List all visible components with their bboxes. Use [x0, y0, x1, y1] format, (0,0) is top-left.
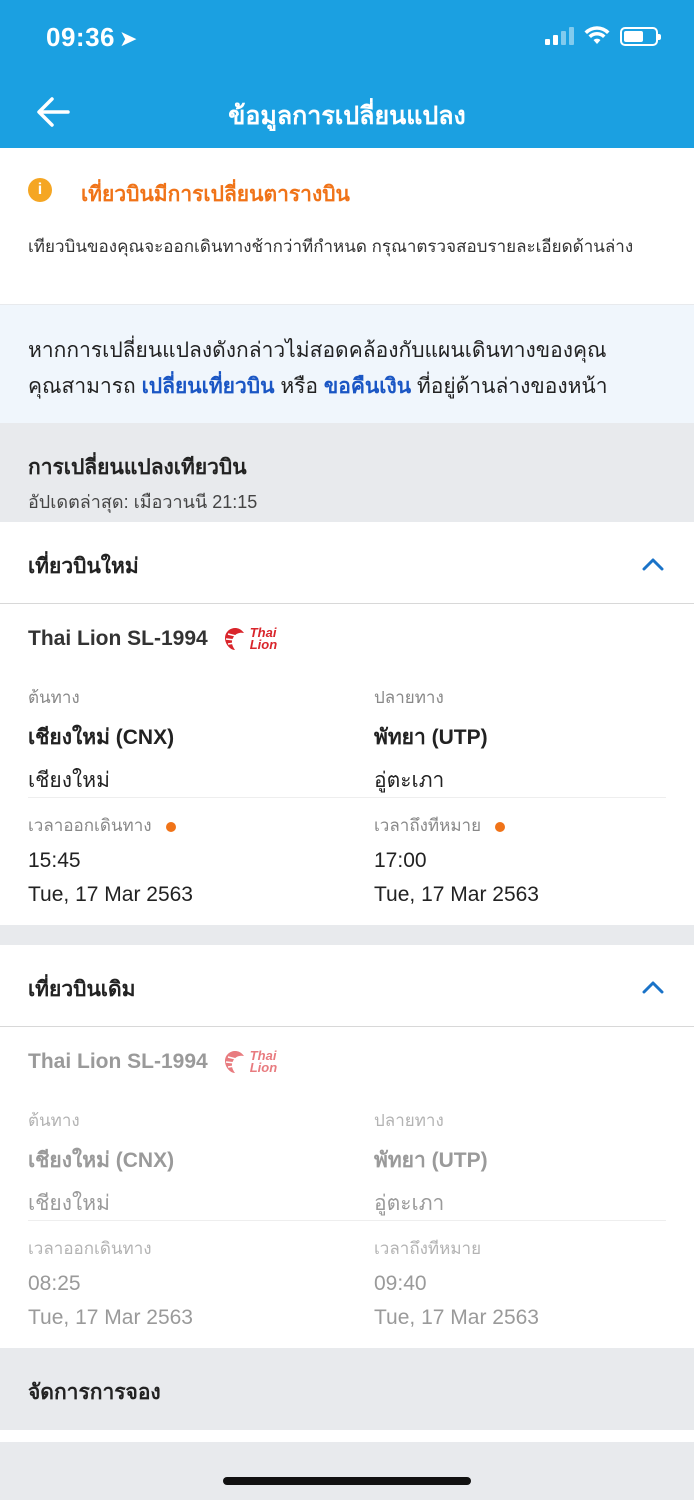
- info-prefix: คุณสามารถ: [28, 375, 136, 398]
- old-flight-card: เที่ยวบินเดิม Thai Lion SL-1994 Thai Lio…: [0, 945, 694, 1348]
- arrival-label: เวลาถึงทีหมาย: [374, 1239, 482, 1258]
- clock-text: 09:36: [46, 22, 115, 52]
- flight-number-text: Thai Lion SL-1994: [28, 1050, 208, 1073]
- destination-block: ปลายทาง พัทยา (UTP) อู่ตะเภา: [374, 684, 488, 797]
- flight-number: Thai Lion SL-1994 Thai Lion: [28, 1049, 277, 1075]
- divider: [28, 1220, 666, 1221]
- lion-logo-icon: [224, 628, 244, 650]
- departure-time: 08:25: [28, 1272, 81, 1295]
- origin-block: ต้นทาง เชียงใหม่ (CNX) เชียงใหม่: [28, 684, 174, 797]
- destination-city: อู่ตะเภา: [374, 769, 445, 792]
- new-flight-header[interactable]: เที่ยวบินใหม่: [0, 522, 694, 604]
- wifi-icon: [584, 26, 610, 44]
- departure-label-text: เวลาออกเดินทาง: [28, 816, 152, 835]
- departure-label: เวลาออกเดินทาง: [28, 1239, 152, 1258]
- chevron-up-icon[interactable]: [642, 976, 664, 998]
- old-flight-header[interactable]: เที่ยวบินเดิม: [0, 945, 694, 1027]
- lion-logo-icon: [224, 1051, 244, 1073]
- arrival-block: เวลาถึงทีหมาย 17:00 Tue, 17 Mar 2563: [374, 812, 539, 907]
- airline-logo: Thai Lion: [222, 626, 277, 652]
- manage-booking-section: จัดการการจอง: [0, 1348, 694, 1430]
- destination-airport: พัทยา (UTP): [374, 1149, 488, 1172]
- change-flight-link[interactable]: เปลี่ยนเที่ยวบิน: [142, 375, 275, 398]
- status-time: 09:36 ➤: [46, 22, 138, 53]
- location-arrow-icon: ➤: [119, 26, 138, 51]
- arrival-date: Tue, 17 Mar 2563: [374, 1306, 539, 1329]
- section-title: การเปลี่ยนแปลงเทียวบิน: [28, 456, 247, 479]
- changed-dot-icon: [165, 821, 176, 832]
- arrival-block: เวลาถึงทีหมาย 09:40 Tue, 17 Mar 2563: [374, 1235, 539, 1330]
- last-updated-text: อัปเดตล่าสุด: เมือวานนี 21:15: [28, 492, 258, 512]
- origin-block: ต้นทาง เชียงใหม่ (CNX) เชียงใหม่: [28, 1107, 174, 1220]
- divider: [28, 797, 666, 798]
- destination-airport: พัทยา (UTP): [374, 726, 488, 749]
- new-flight-heading: เที่ยวบินใหม่: [28, 555, 139, 578]
- app: 09:36 ➤ ข้อมูลการเปลี่ยนแปลง i เที่ยวบินม…: [0, 0, 694, 1500]
- info-or: หรือ: [280, 375, 319, 398]
- logo-text-2: Lion: [249, 637, 278, 652]
- destination-label: ปลายทาง: [374, 1111, 444, 1130]
- departure-date: Tue, 17 Mar 2563: [28, 883, 193, 906]
- origin-label: ต้นทาง: [28, 1111, 80, 1130]
- alert-text: เทียวบินของคุณจะออกเดินทางช้ากว่าทีกำหนด…: [28, 237, 634, 256]
- new-flight-card: เที่ยวบินใหม่ Thai Lion SL-1994 Thai Lio…: [0, 522, 694, 925]
- options-info-box: หากการเปลี่ยนแปลงดังกล่าวไม่สอดคล้องกับแ…: [0, 305, 694, 423]
- origin-city: เชียงใหม่: [28, 1192, 110, 1215]
- app-header: ข้อมูลการเปลี่ยนแปลง: [0, 78, 694, 148]
- departure-label: เวลาออกเดินทาง: [28, 812, 193, 839]
- arrival-label: เวลาถึงทีหมาย: [374, 812, 539, 839]
- arrival-time: 09:40: [374, 1272, 427, 1295]
- chevron-up-icon[interactable]: [642, 553, 664, 575]
- battery-icon: [620, 26, 661, 46]
- alert-title: เที่ยวบินมีการเปลี่ยนตารางบิน: [81, 183, 350, 206]
- status-icons: [545, 26, 661, 46]
- departure-date: Tue, 17 Mar 2563: [28, 1306, 193, 1329]
- destination-city: อู่ตะเภา: [374, 1192, 445, 1215]
- origin-city: เชียงใหม่: [28, 769, 110, 792]
- flight-number: Thai Lion SL-1994 Thai Lion: [28, 626, 277, 652]
- origin-airport: เชียงใหม่ (CNX): [28, 1149, 175, 1172]
- arrival-label-text: เวลาถึงทีหมาย: [374, 816, 482, 835]
- bottom-strip: [0, 1430, 694, 1442]
- status-bar: 09:36 ➤: [0, 0, 694, 78]
- old-flight-heading: เที่ยวบินเดิม: [28, 978, 136, 1001]
- manage-booking-title: จัดการการจอง: [28, 1381, 161, 1404]
- changed-dot-icon: [495, 821, 506, 832]
- page-title: ข้อมูลการเปลี่ยนแปลง: [228, 102, 466, 130]
- arrival-time: 17:00: [374, 849, 427, 872]
- origin-airport: เชียงใหม่ (CNX): [28, 726, 175, 749]
- departure-block: เวลาออกเดินทาง 15:45 Tue, 17 Mar 2563: [28, 812, 193, 907]
- info-line-1: หากการเปลี่ยนแปลงดังกล่าวไม่สอดคล้องกับแ…: [28, 339, 607, 362]
- airline-logo: Thai Lion: [222, 1049, 277, 1075]
- origin-label: ต้นทาง: [28, 688, 80, 707]
- info-text: หากการเปลี่ยนแปลงดังกล่าวไม่สอดคล้องกับแ…: [28, 333, 668, 405]
- info-icon: i: [28, 178, 52, 202]
- schedule-change-alert: i เที่ยวบินมีการเปลี่ยนตารางบิน เทียวบิน…: [0, 148, 694, 304]
- flight-change-section-header: การเปลี่ยนแปลงเทียวบิน อัปเดตล่าสุด: เมื…: [0, 423, 694, 522]
- destination-block: ปลายทาง พัทยา (UTP) อู่ตะเภา: [374, 1107, 488, 1220]
- logo-text-2: Lion: [249, 1060, 278, 1075]
- refund-link[interactable]: ขอคืนเงิน: [324, 375, 411, 398]
- arrival-date: Tue, 17 Mar 2563: [374, 883, 539, 906]
- destination-label: ปลายทาง: [374, 688, 444, 707]
- home-indicator[interactable]: [223, 1477, 471, 1485]
- info-suffix: ที่อยู่ด้านล่างของหน้า: [416, 375, 608, 398]
- departure-block: เวลาออกเดินทาง 08:25 Tue, 17 Mar 2563: [28, 1235, 193, 1330]
- cellular-signal-icon: [545, 27, 574, 45]
- departure-time: 15:45: [28, 849, 81, 872]
- flight-number-text: Thai Lion SL-1994: [28, 627, 208, 650]
